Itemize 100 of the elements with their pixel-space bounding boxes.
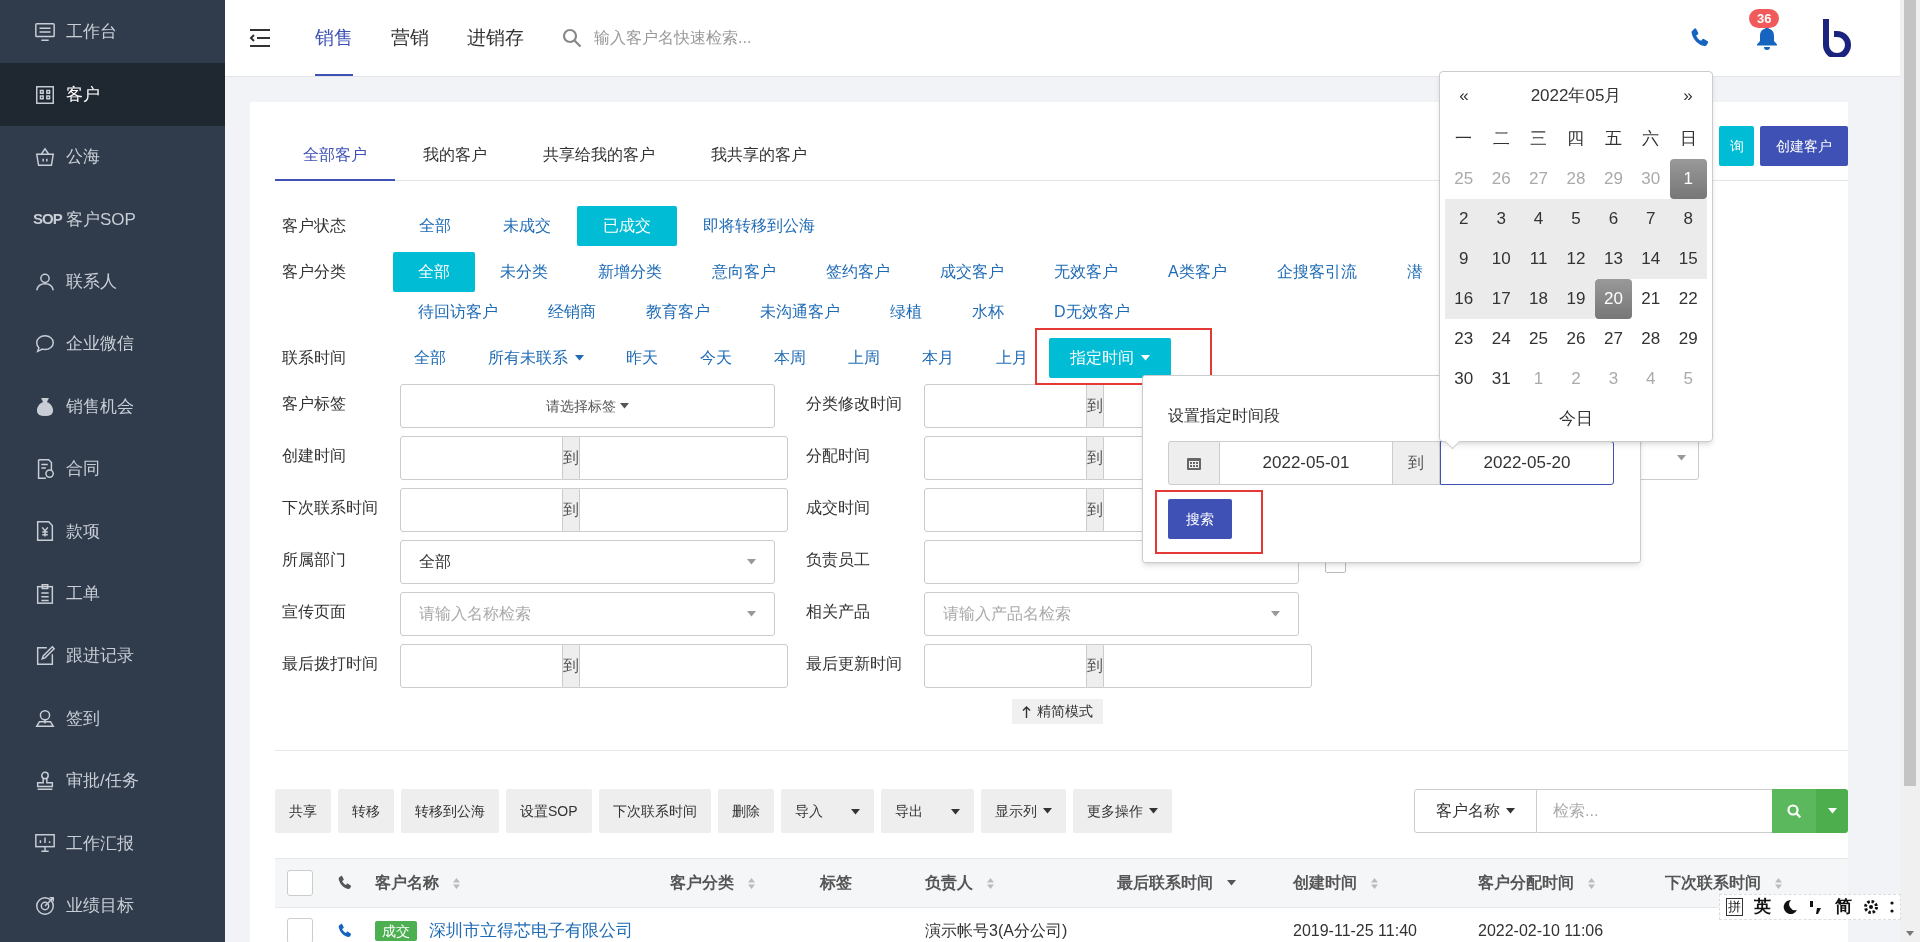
toolbar-button[interactable]: 导出: [880, 789, 974, 833]
filter-option[interactable]: 未分类: [475, 252, 573, 292]
sidebar-item[interactable]: 公海: [0, 125, 225, 189]
calendar-day[interactable]: 25: [1519, 319, 1558, 359]
column-header[interactable]: 最后联系时间: [1117, 871, 1213, 895]
calendar-day[interactable]: 4: [1519, 199, 1558, 239]
customer-link[interactable]: 深圳市立得芯电子有限公司: [429, 917, 633, 942]
toolbar-button[interactable]: 导入: [780, 789, 874, 833]
toolbar-button[interactable]: 转移: [338, 789, 394, 833]
toolbar-button[interactable]: 设置SOP: [506, 789, 592, 833]
language-indicator[interactable]: 英: [1753, 894, 1771, 920]
sidebar-item[interactable]: 客户: [0, 63, 225, 126]
calendar-day[interactable]: 20: [1594, 279, 1633, 319]
month-title[interactable]: 2022年05月: [1483, 82, 1669, 109]
sidebar-item[interactable]: 业绩目标: [0, 874, 225, 937]
calendar-day[interactable]: 5: [1557, 199, 1595, 239]
filter-option[interactable]: 即将转移到公海: [677, 206, 815, 246]
filter-option[interactable]: 潜: [1381, 252, 1423, 292]
column-header[interactable]: 负责人: [925, 871, 973, 895]
calendar-day[interactable]: 26: [1557, 319, 1595, 359]
start-date-field[interactable]: 2022-05-01: [1220, 441, 1392, 485]
calendar-day[interactable]: 17: [1482, 279, 1520, 319]
checkbox[interactable]: [287, 917, 313, 942]
moon-icon[interactable]: [1782, 899, 1799, 915]
sidebar-item[interactable]: 工作汇报: [0, 812, 225, 875]
filter-option[interactable]: 本月: [901, 338, 975, 378]
filter-option[interactable]: A类客户: [1143, 252, 1252, 292]
create-button[interactable]: 创建客户: [1760, 126, 1848, 166]
sidebar-item[interactable]: 销售机会: [0, 375, 225, 438]
calendar-day[interactable]: 11: [1519, 239, 1558, 279]
search-field[interactable]: 输入客户名快速检索...: [594, 26, 994, 50]
filter-option[interactable]: 经销商: [523, 292, 621, 332]
input-field[interactable]: [924, 644, 1087, 688]
filter-option[interactable]: 企搜客引流: [1251, 252, 1382, 292]
input-field[interactable]: [924, 488, 1087, 532]
checkbox[interactable]: [287, 870, 313, 896]
calendar-day[interactable]: 27: [1594, 319, 1633, 359]
column-header[interactable]: 客户分类: [670, 871, 734, 895]
calendar-day[interactable]: 1: [1669, 159, 1707, 199]
calendar-day[interactable]: 7: [1632, 199, 1670, 239]
filter-option[interactable]: 未成交: [477, 206, 577, 246]
customer-tab[interactable]: 共享给我的客户: [515, 130, 683, 181]
input-field[interactable]: [400, 644, 563, 688]
filter-option[interactable]: 绿植: [865, 292, 947, 332]
column-header[interactable]: 客户分配时间: [1478, 871, 1574, 895]
toolbar-button[interactable]: 显示列: [980, 789, 1066, 833]
filter-option[interactable]: 上月: [975, 338, 1049, 378]
column-header[interactable]: 下次联系时间: [1665, 871, 1761, 895]
settings-icon[interactable]: [1863, 899, 1880, 915]
previous-month-button[interactable]: «: [1445, 82, 1483, 109]
bell-icon[interactable]: [1756, 26, 1778, 50]
calendar-day[interactable]: 9: [1445, 239, 1483, 279]
calendar-day[interactable]: 21: [1632, 279, 1670, 319]
input-field[interactable]: [400, 436, 563, 480]
select-field[interactable]: 全部: [400, 540, 775, 584]
sidebar-item[interactable]: 工单: [0, 562, 225, 625]
search-field[interactable]: 检索...: [1537, 789, 1772, 833]
mode-indicator[interactable]: 拼: [1725, 898, 1743, 916]
nav-tab[interactable]: 营销: [391, 0, 429, 76]
select-field[interactable]: 请选择标签: [400, 384, 775, 428]
script-indicator[interactable]: 简: [1834, 894, 1852, 920]
calendar-day[interactable]: 14: [1632, 239, 1670, 279]
customer-tab[interactable]: 我的客户: [395, 130, 515, 181]
calendar-day[interactable]: 12: [1557, 239, 1595, 279]
filter-option[interactable]: 新增分类: [573, 252, 687, 292]
column-header[interactable]: 客户名称: [375, 871, 439, 895]
customer-tab[interactable]: 全部客户: [275, 130, 395, 181]
calendar-day[interactable]: 28: [1632, 319, 1670, 359]
calendar-day[interactable]: 15: [1669, 239, 1707, 279]
filter-option[interactable]: 成交客户: [915, 252, 1029, 292]
calendar-day[interactable]: 2: [1445, 199, 1483, 239]
filter-option[interactable]: 水杯: [947, 292, 1029, 332]
toolbar-button[interactable]: 转移到公海: [401, 789, 499, 833]
calendar-day[interactable]: 30: [1445, 359, 1483, 399]
calendar-day[interactable]: 31: [1482, 359, 1520, 399]
toolbar-button[interactable]: 共享: [275, 789, 331, 833]
filter-option[interactable]: 全部: [393, 206, 477, 246]
input-field[interactable]: [1103, 644, 1312, 688]
sidebar-item[interactable]: 款项: [0, 500, 225, 563]
next-month-button[interactable]: »: [1669, 82, 1707, 109]
filter-option[interactable]: 意向客户: [687, 252, 801, 292]
toolbar-button[interactable]: 更多操作: [1072, 789, 1172, 833]
search-field-dropdown[interactable]: 客户名称: [1414, 789, 1537, 833]
input-field[interactable]: [924, 436, 1087, 480]
toolbar-button[interactable]: 下次联系时间: [598, 789, 711, 833]
punctuation-icon[interactable]: [1809, 899, 1824, 915]
sidebar-item[interactable]: 签到: [0, 687, 225, 750]
sidebar-item[interactable]: 合同: [0, 437, 225, 501]
menu-icon[interactable]: [249, 29, 271, 47]
customer-tab[interactable]: 我共享的客户: [683, 130, 835, 181]
filter-option[interactable]: 教育客户: [621, 292, 735, 332]
sidebar-item[interactable]: 审批/任务: [0, 749, 225, 813]
calendar-day[interactable]: 23: [1445, 319, 1483, 359]
compact-mode-button[interactable]: 精简模式: [1012, 699, 1103, 724]
sidebar-item[interactable]: 联系人: [0, 250, 225, 313]
filter-option[interactable]: 全部: [393, 338, 467, 378]
calendar-day[interactable]: 16: [1445, 279, 1483, 319]
column-header[interactable]: 标签: [820, 871, 852, 895]
input-field[interactable]: [579, 436, 788, 480]
filter-option[interactable]: 上周: [827, 338, 901, 378]
